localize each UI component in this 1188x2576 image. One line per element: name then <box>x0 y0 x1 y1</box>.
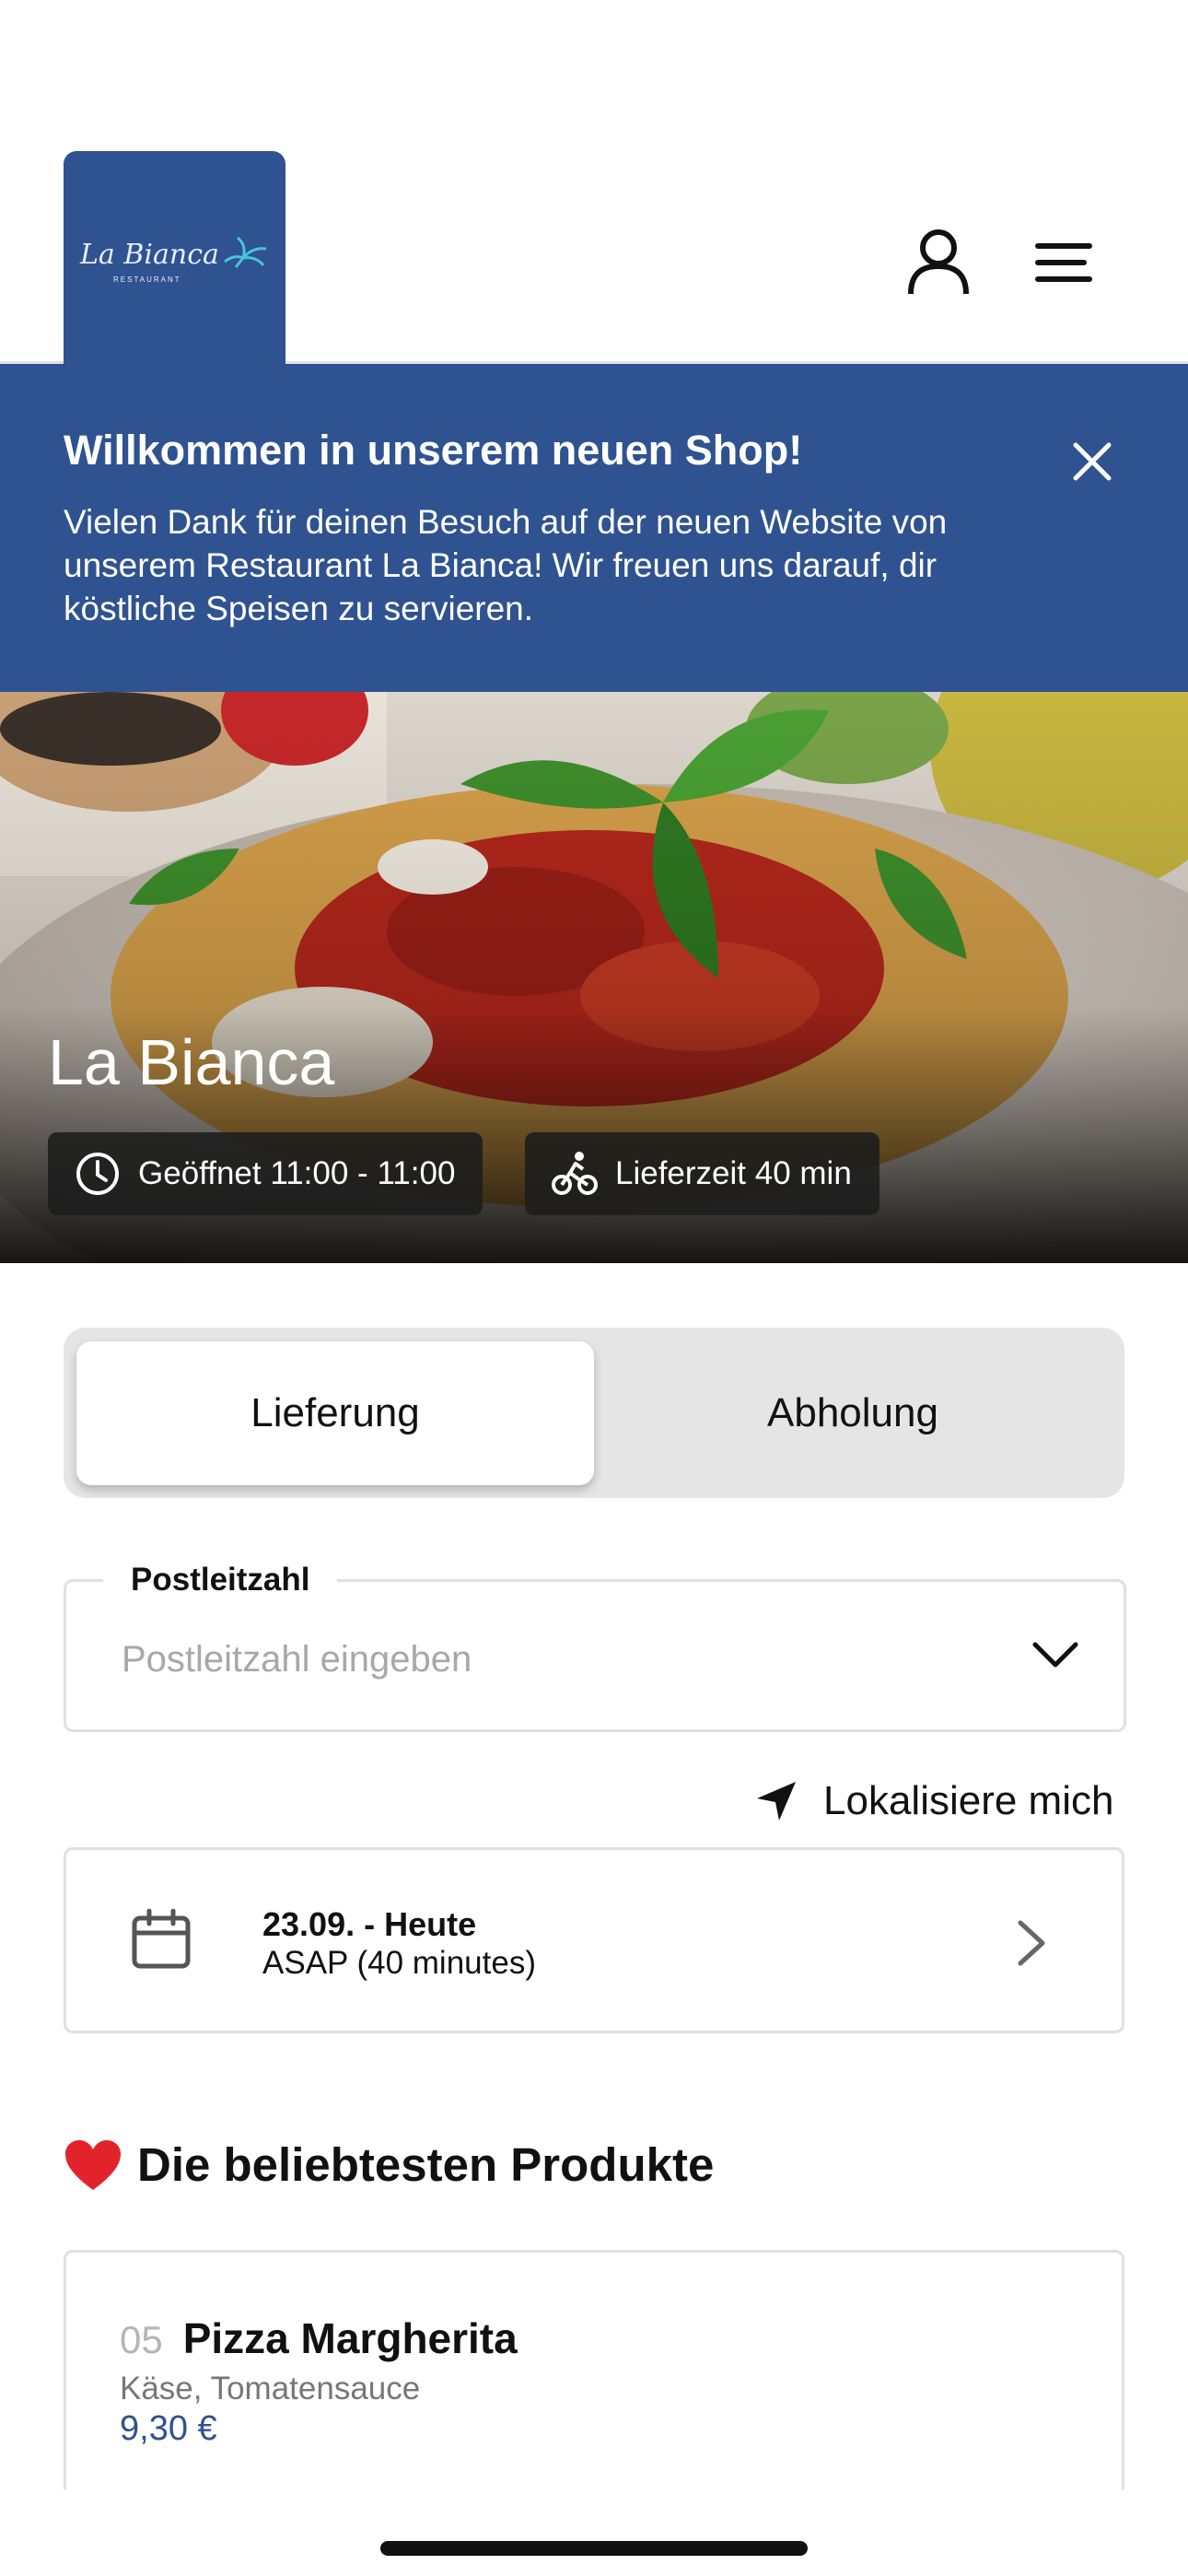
user-account-button[interactable] <box>897 221 980 304</box>
tab-abholung[interactable]: Abholung <box>594 1341 1112 1485</box>
product-card[interactable]: 05 Pizza Margherita Käse, Tomatensauce 9… <box>64 2250 1124 2489</box>
close-icon <box>1073 442 1112 481</box>
restaurant-logo[interactable]: La Bianca RESTAURANT <box>64 151 285 369</box>
tab-lieferung[interactable]: Lieferung <box>76 1341 594 1485</box>
banner-title: Willkommen in unserem neuen Shop! <box>64 427 803 474</box>
locate-me-button[interactable]: Lokalisiere mich <box>755 1774 1113 1829</box>
menu-button[interactable] <box>1022 221 1105 304</box>
order-mode-toggle: Lieferung Abholung <box>64 1328 1124 1498</box>
product-name: Pizza Margherita <box>182 2314 518 2362</box>
opening-hours-text: Geöffnet 11:00 - 11:00 <box>138 1155 456 1191</box>
opening-hours-badge: Geöffnet 11:00 - 11:00 <box>48 1132 483 1215</box>
user-icon <box>908 229 969 295</box>
popular-products-heading: Die beliebtesten Produkte <box>64 2137 714 2192</box>
chevron-right-icon <box>1018 1920 1045 1966</box>
postcode-select[interactable]: Postleitzahl Postleitzahl eingeben <box>64 1562 1126 1732</box>
calendar-icon <box>132 1909 191 1969</box>
restaurant-name: La Bianca <box>48 1026 335 1098</box>
postcode-placeholder[interactable]: Postleitzahl eingeben <box>122 1639 472 1680</box>
delivery-slot: ASAP (40 minutes) <box>262 1945 536 1981</box>
clock-icon <box>76 1153 119 1195</box>
home-indicator[interactable] <box>380 2541 808 2556</box>
palm-leaf-icon <box>224 236 267 268</box>
product-number: 05 <box>120 2318 163 2361</box>
delivery-time-badge: Lieferzeit 40 min <box>525 1132 879 1215</box>
welcome-banner: Willkommen in unserem neuen Shop! Vielen… <box>0 364 1188 692</box>
svg-text:La Bianca: La Bianca <box>79 239 219 271</box>
hero-image: La Bianca Geöffnet 11:00 - 11:00 Lieferz… <box>0 692 1188 1263</box>
banner-close-button[interactable] <box>1059 428 1125 495</box>
svg-text:RESTAURANT: RESTAURANT <box>113 275 181 284</box>
locate-me-label: Lokalisiere mich <box>823 1778 1114 1823</box>
postcode-label: Postleitzahl <box>103 1562 338 1598</box>
product-price: 9,30 € <box>120 2409 217 2448</box>
location-arrow-icon <box>757 1782 796 1821</box>
product-description: Käse, Tomatensauce <box>120 2371 421 2406</box>
delivery-date: 23.09. - Heute <box>262 1905 477 1943</box>
delivery-time-text: Lieferzeit 40 min <box>615 1155 852 1191</box>
popular-products-title: Die beliebtesten Produkte <box>137 2138 715 2191</box>
heart-icon <box>65 2139 121 2190</box>
chevron-down-icon <box>1032 1642 1078 1668</box>
bicycle-icon <box>552 1152 598 1195</box>
banner-text: Vielen Dank für deinen Besuch auf der ne… <box>64 503 948 627</box>
menu-icon <box>1035 243 1092 282</box>
header: La Bianca RESTAURANT <box>0 0 1188 369</box>
delivery-time-selector[interactable]: 23.09. - Heute ASAP (40 minutes) <box>64 1847 1124 2033</box>
